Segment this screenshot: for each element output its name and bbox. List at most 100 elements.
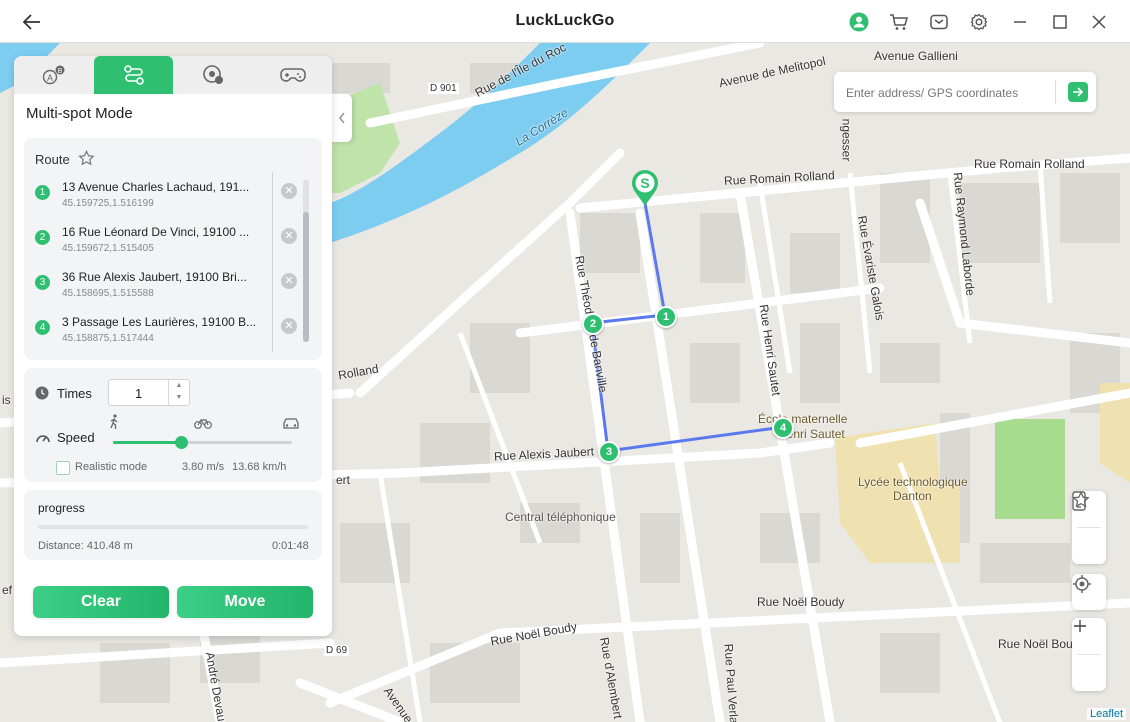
tab-teleport[interactable]: AB [14, 56, 93, 94]
poi-label: Danton [893, 489, 932, 503]
user-avatar-icon[interactable] [848, 11, 870, 33]
cycling-icon[interactable] [194, 416, 212, 429]
mail-icon[interactable] [928, 11, 950, 33]
tab-joystick[interactable] [253, 56, 332, 94]
poi-label: Central téléphonique [505, 510, 616, 524]
zoom-control [1072, 618, 1106, 691]
move-button[interactable]: Move [177, 586, 313, 618]
clock-icon [35, 386, 49, 400]
mode-title: Multi-spot Mode [26, 105, 133, 122]
route-stop[interactable]: 3 36 Rue Alexis Jaubert, 19100 Bri... 45… [24, 266, 297, 311]
mode-panel: AB Multi-spot Mode Route 1 13 Avenue Cha… [14, 56, 332, 636]
chevron-left-icon [339, 112, 345, 124]
route-stop[interactable]: 1 13 Avenue Charles Lachaud, 191... 45.1… [24, 176, 297, 221]
elapsed-time: 0:01:48 [272, 540, 309, 552]
road-badge: D 901 [428, 83, 459, 94]
close-icon[interactable] [1088, 11, 1110, 33]
teleport-ab-icon: AB [42, 65, 64, 85]
route-card: Route 1 13 Avenue Charles Lachaud, 191..… [24, 138, 322, 360]
zoom-out-icon[interactable] [1072, 625, 1106, 691]
stop-number: 2 [35, 230, 50, 245]
panel-collapse-button[interactable] [332, 94, 352, 142]
maximize-icon[interactable] [1049, 11, 1071, 33]
minimize-icon[interactable] [1009, 11, 1031, 33]
app-title: LuckLuckGo [515, 12, 615, 29]
speed-ms-readout: 3.80 m/s [182, 461, 225, 473]
remove-stop-icon[interactable]: ✕ [281, 183, 297, 199]
progress-card: progress Distance: 410.48 m 0:01:48 [24, 490, 322, 560]
search-go-arrow-icon[interactable] [1068, 82, 1088, 102]
clear-button[interactable]: Clear [33, 586, 169, 618]
street-label: Avenue Gallieni [874, 49, 958, 63]
speed-slider-fill [113, 441, 182, 444]
multi-spot-route-icon [123, 65, 144, 85]
speed-label: Speed [57, 430, 95, 445]
speed-slider[interactable] [113, 436, 292, 449]
realistic-mode-label: Realistic mode [75, 461, 148, 473]
road-badge: D 69 [324, 645, 350, 656]
speed-slider-knob[interactable] [175, 436, 189, 449]
times-label: Times [57, 386, 92, 401]
stop-number: 3 [35, 275, 50, 290]
progress-bar [38, 525, 308, 529]
settings-card: Times 1 ▲ ▼ Speed Realistic mode 3.80 m/… [24, 368, 322, 482]
route-pin-3[interactable]: 3 [598, 441, 620, 463]
svg-text:A: A [47, 73, 53, 83]
remove-stop-icon[interactable]: ✕ [281, 228, 297, 244]
route-stop[interactable]: 4 3 Passage Les Laurières, 19100 B... 45… [24, 311, 297, 356]
times-value: 1 [135, 386, 143, 401]
cart-icon[interactable] [888, 11, 910, 33]
address-search-input[interactable] [844, 82, 1053, 104]
decrement-icon[interactable]: ▼ [169, 392, 189, 404]
map-attribution[interactable]: Leaflet [1086, 708, 1126, 720]
settings-gear-icon[interactable] [968, 11, 990, 33]
realistic-mode-checkbox[interactable] [56, 461, 70, 475]
street-label: Rue Romain Rolland [974, 157, 1085, 171]
poi-label: Lycée technologique [858, 475, 968, 489]
distance-readout: Distance: 410.48 m [38, 540, 133, 552]
stop-address: 13 Avenue Charles Lachaud, 191... [62, 180, 250, 194]
stop-coords: 45.159672,1.515405 [62, 243, 154, 254]
locate-control [1072, 574, 1106, 610]
route-label: Route [35, 152, 70, 167]
route-stop[interactable]: 2 16 Rue Léonard De Vinci, 19100 ... 45.… [24, 221, 297, 266]
stop-number: 1 [35, 185, 50, 200]
times-stepper[interactable]: 1 ▲ ▼ [108, 379, 190, 406]
mode-tabs: AB [14, 56, 332, 94]
street-label: is [2, 393, 11, 407]
gamepad-icon [279, 68, 306, 82]
stop-address: 36 Rue Alexis Jaubert, 19100 Bri... [62, 270, 247, 284]
car-icon[interactable] [282, 417, 300, 430]
speedometer-icon [36, 435, 50, 443]
svg-text:B: B [57, 68, 62, 75]
stop-coords: 45.158875,1.517444 [62, 333, 154, 344]
address-search [834, 72, 1096, 112]
street-label: ert [336, 473, 351, 487]
poi-label: École maternelle [758, 412, 848, 426]
stop-address: 16 Rue Léonard De Vinci, 19100 ... [62, 225, 250, 239]
locate-crosshair-icon[interactable] [1072, 574, 1106, 610]
stop-number: 4 [35, 320, 50, 335]
remove-stop-icon[interactable]: ✕ [281, 318, 297, 334]
tab-multi-spot[interactable] [94, 56, 173, 94]
route-list-scrollbar[interactable] [303, 180, 309, 342]
title-bar: LuckLuckGo [0, 0, 1130, 43]
map-tools [1072, 491, 1106, 564]
route-pin-2[interactable]: 2 [582, 313, 604, 335]
stop-coords: 45.159725,1.516199 [62, 198, 154, 209]
tab-joystick-route[interactable] [173, 56, 252, 94]
save-route-star-icon[interactable] [78, 150, 95, 167]
stop-address: 3 Passage Les Laurières, 19100 B... [62, 315, 257, 329]
route-pin-4[interactable]: 4 [772, 417, 794, 439]
stop-coords: 45.158695,1.515588 [62, 288, 154, 299]
street-label: ngesser [839, 118, 854, 162]
start-pin-label: S [640, 175, 650, 191]
increment-icon[interactable]: ▲ [169, 380, 189, 392]
start-pin[interactable]: S [630, 169, 660, 207]
favorite-star-icon[interactable] [1072, 491, 1106, 564]
walking-icon[interactable] [108, 414, 120, 430]
route-pin-1[interactable]: 1 [655, 306, 677, 328]
street-label: ef [2, 583, 13, 597]
location-pin-icon [202, 65, 223, 84]
remove-stop-icon[interactable]: ✕ [281, 273, 297, 289]
